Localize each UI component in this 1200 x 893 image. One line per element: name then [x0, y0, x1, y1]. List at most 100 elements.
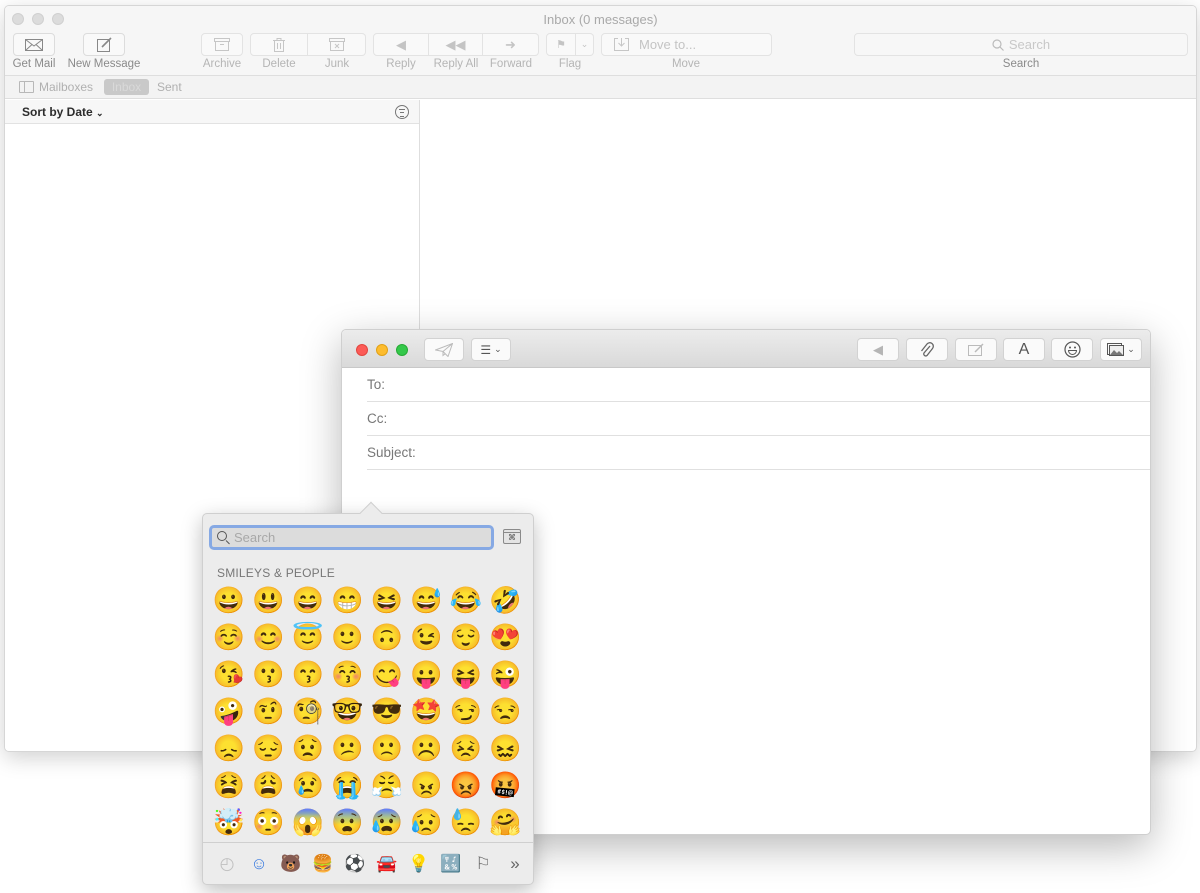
emoji-item[interactable]: 😜 — [486, 656, 526, 693]
emoji-item[interactable]: 😤 — [367, 767, 407, 804]
emoji-item[interactable]: 😕 — [328, 730, 368, 767]
category-travel-places-icon[interactable]: 🚘 — [371, 854, 403, 874]
flag-button[interactable]: ⚑ — [546, 33, 576, 56]
character-viewer-button[interactable]: ⌘ — [503, 529, 521, 544]
emoji-item[interactable]: 😫 — [209, 767, 249, 804]
new-message-button[interactable] — [83, 33, 125, 56]
emoji-item[interactable]: 🤨 — [249, 693, 289, 730]
emoji-item[interactable]: 😖 — [486, 730, 526, 767]
sort-by-date-button[interactable]: Sort by Date ⌄ — [22, 105, 104, 119]
inbox-button[interactable]: Inbox — [104, 79, 149, 95]
emoji-item[interactable]: 😣 — [446, 730, 486, 767]
emoji-item[interactable]: 😊 — [249, 619, 289, 656]
emoji-item[interactable]: 😥 — [407, 804, 447, 841]
zoom-button[interactable] — [396, 344, 408, 356]
emoji-item[interactable]: 🙃 — [367, 619, 407, 656]
cc-input[interactable] — [447, 408, 1140, 430]
emoji-item[interactable]: 🤓 — [328, 693, 368, 730]
category-recent-icon[interactable]: ◴ — [211, 854, 243, 874]
emoji-item[interactable]: 😠 — [407, 767, 447, 804]
emoji-item[interactable]: 😆 — [367, 582, 407, 619]
emoji-item[interactable]: 😀 — [209, 582, 249, 619]
emoji-item[interactable]: 🙁 — [367, 730, 407, 767]
mailboxes-button[interactable]: Mailboxes — [39, 80, 93, 94]
emoji-item[interactable]: 🤗 — [486, 804, 526, 841]
attach-button[interactable] — [906, 338, 948, 361]
markup-button[interactable] — [955, 338, 997, 361]
emoji-item[interactable]: 😟 — [288, 730, 328, 767]
emoji-item[interactable]: 😛 — [407, 656, 447, 693]
emoji-item[interactable]: 😓 — [446, 804, 486, 841]
send-button[interactable] — [424, 338, 464, 361]
reply-button[interactable]: ◀ — [857, 338, 899, 361]
archive-button[interactable] — [201, 33, 243, 56]
emoji-item[interactable]: 😏 — [446, 693, 486, 730]
emoji-item[interactable]: 😳 — [249, 804, 289, 841]
format-button[interactable]: A — [1003, 338, 1045, 361]
emoji-item[interactable]: 😉 — [407, 619, 447, 656]
emoji-item[interactable]: 😒 — [486, 693, 526, 730]
emoji-item[interactable]: 😱 — [288, 804, 328, 841]
emoji-search-input[interactable] — [234, 529, 487, 546]
cc-field[interactable]: Cc: — [367, 402, 1150, 436]
emoji-item[interactable]: 😅 — [407, 582, 447, 619]
subject-input[interactable] — [447, 442, 1140, 464]
photo-browser-button[interactable]: ⌄ — [1100, 338, 1142, 361]
close-button[interactable] — [356, 344, 368, 356]
move-to-button[interactable]: Move to... — [601, 33, 772, 56]
to-input[interactable] — [447, 374, 1140, 396]
forward-button[interactable]: ➜ — [483, 33, 539, 56]
subject-field[interactable]: Subject: — [367, 436, 1150, 470]
emoji-item[interactable]: 😎 — [367, 693, 407, 730]
emoji-item[interactable]: 😙 — [288, 656, 328, 693]
category-activity-icon[interactable]: ⚽ — [339, 854, 371, 874]
emoji-item[interactable]: 😋 — [367, 656, 407, 693]
emoji-item[interactable]: 😔 — [249, 730, 289, 767]
category-symbols-icon[interactable]: 🔣 — [435, 854, 467, 874]
emoji-item[interactable]: 🤬 — [486, 767, 526, 804]
reply-all-button[interactable]: ◀◀ — [429, 33, 483, 56]
emoji-button[interactable] — [1051, 338, 1093, 361]
emoji-item[interactable]: 😩 — [249, 767, 289, 804]
category-food-drink-icon[interactable]: 🍔 — [307, 854, 339, 874]
emoji-item[interactable]: 🤪 — [209, 693, 249, 730]
emoji-item[interactable]: 🤩 — [407, 693, 447, 730]
emoji-item[interactable]: 😘 — [209, 656, 249, 693]
emoji-item[interactable]: 😇 — [288, 619, 328, 656]
emoji-item[interactable]: 😍 — [486, 619, 526, 656]
emoji-item[interactable]: ☹️ — [407, 730, 447, 767]
junk-button[interactable] — [308, 33, 366, 56]
emoji-item[interactable]: 😌 — [446, 619, 486, 656]
emoji-item[interactable]: 😡 — [446, 767, 486, 804]
category-animals-nature-icon[interactable]: 🐻 — [275, 854, 307, 874]
flag-menu-button[interactable]: ⌄ — [576, 33, 594, 56]
header-fields-button[interactable]: ☰ ⌄ — [471, 338, 511, 361]
emoji-item[interactable]: 🤣 — [486, 582, 526, 619]
emoji-item[interactable]: 🙂 — [328, 619, 368, 656]
category-objects-icon[interactable]: 💡 — [403, 854, 435, 874]
emoji-item[interactable]: 😨 — [328, 804, 368, 841]
sidebar-toggle-icon[interactable] — [19, 81, 34, 93]
emoji-search-field[interactable] — [209, 525, 494, 550]
emoji-item[interactable]: 😢 — [288, 767, 328, 804]
to-field[interactable]: To: — [367, 368, 1150, 402]
emoji-item[interactable]: 😰 — [367, 804, 407, 841]
emoji-item[interactable]: 🧐 — [288, 693, 328, 730]
emoji-item[interactable]: 🤯 — [209, 804, 249, 841]
emoji-item[interactable]: 😃 — [249, 582, 289, 619]
minimize-button[interactable] — [376, 344, 388, 356]
sent-button[interactable]: Sent — [157, 80, 182, 94]
category-smileys-people-icon[interactable]: ☺ — [243, 854, 275, 874]
search-field[interactable]: Search — [854, 33, 1188, 56]
emoji-item[interactable]: 😁 — [328, 582, 368, 619]
delete-button[interactable] — [250, 33, 308, 56]
emoji-item[interactable]: 😚 — [328, 656, 368, 693]
category-flags-icon[interactable]: ⚐ — [467, 854, 499, 874]
emoji-item[interactable]: 😄 — [288, 582, 328, 619]
emoji-item[interactable]: 😝 — [446, 656, 486, 693]
get-mail-button[interactable] — [13, 33, 55, 56]
filter-icon[interactable] — [395, 105, 409, 119]
reply-button[interactable]: ◀ — [373, 33, 429, 56]
emoji-item[interactable]: ☺️ — [209, 619, 249, 656]
category-more-icon[interactable]: » — [499, 854, 531, 874]
